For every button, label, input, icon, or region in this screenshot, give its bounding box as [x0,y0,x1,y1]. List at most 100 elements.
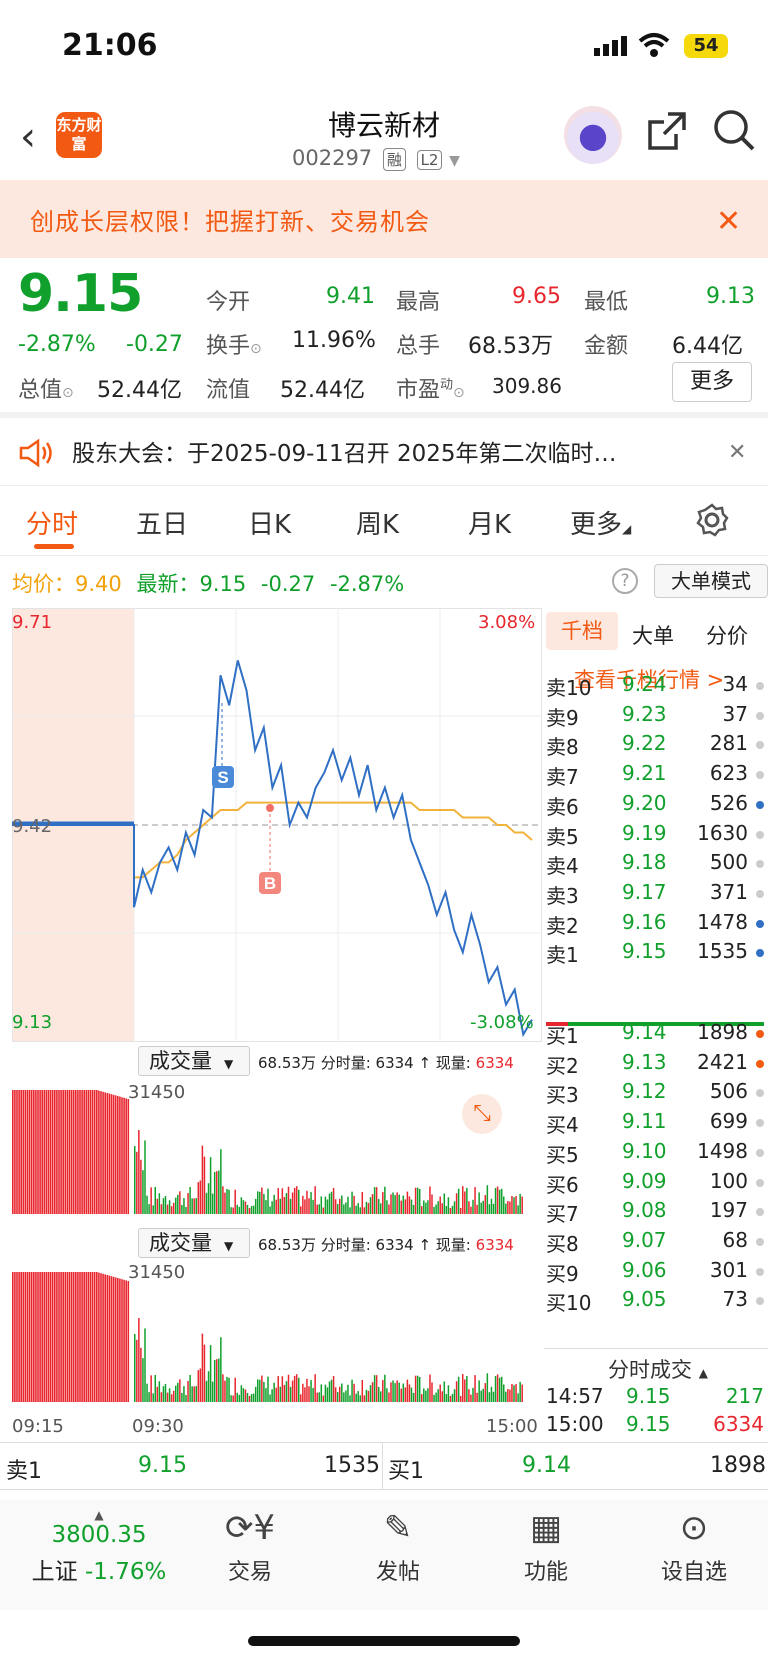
volume-bar [35,1272,37,1402]
open-value: 9.41 [326,284,375,309]
signal-icon [594,36,628,56]
promo-banner[interactable]: 创成长层权限！把握打新、交易机会 ✕ [0,180,768,258]
ask-price: 9.18 [622,850,667,875]
volume-bar [472,1199,474,1214]
volume-bar [164,1195,167,1214]
nav-add-watchlist[interactable]: ⊙ 设自选 [634,1508,754,1586]
tab-5day[interactable]: 五日 [136,504,188,541]
volume-bar [388,1204,390,1214]
index-widget[interactable]: ▲ 3800.35 上证 -1.76% [24,1508,174,1586]
volume-bar [445,1393,448,1402]
volume-bar [324,1384,327,1402]
volume-bar [28,1090,31,1214]
ask-level: 卖1 [546,943,579,968]
volume-bar [293,1187,296,1214]
stock-code-row[interactable]: 002297 融 L2 ▼ [292,146,460,171]
bid-volume: 1498 [697,1138,748,1163]
tab-big-orders[interactable]: 大单 [632,620,674,650]
volume-bar [222,1374,224,1402]
volume-bar [326,1387,329,1402]
volume-bar [18,1090,20,1214]
volume-bar [423,1200,425,1214]
volume-bar [443,1381,446,1402]
ask-level: 卖7 [546,765,579,790]
volume-bar [106,1093,109,1214]
volume-bar [187,1193,189,1214]
volume-bar [336,1392,339,1402]
volume-indicator-select[interactable]: 成交量 ▼ [138,1046,250,1076]
volume-bar [39,1272,41,1402]
tick-trades-title[interactable]: 分时成交 ▲ [608,1354,708,1384]
tab-level-1000[interactable]: 千档 [546,612,618,650]
close-icon[interactable]: ✕ [728,440,746,465]
announcement-text: 股东大会：于2025-09-11召开 2025年第二次临时… [72,441,617,467]
more-button[interactable]: 更多 [672,362,752,402]
volume-bar [102,1091,104,1214]
ask-volume: 623 [709,761,748,786]
tab-intraday[interactable]: 分时 [26,504,78,541]
tab-more[interactable]: 更多◢ [570,504,631,541]
volume-bar [459,1207,462,1214]
bid-row: 买9 9.06 301 [544,1258,768,1288]
bid-row: 买7 9.08 197 [544,1198,768,1228]
ask-price: 9.21 [622,761,667,786]
volume-bar [353,1383,355,1402]
volume-bar [234,1189,236,1214]
ask-volume: 1630 [697,820,748,845]
avg-value: 9.40 [75,572,122,596]
big-order-mode-button[interactable]: 大单模式 [654,564,768,598]
help-icon[interactable]: ? [612,568,638,594]
share-icon[interactable] [646,110,688,156]
nav-post[interactable]: ✎ 发帖 [338,1508,458,1586]
volume-bar [66,1090,69,1214]
ask1-label: 卖1 [6,1459,42,1484]
volume-bar [281,1376,284,1402]
tab-weekly-k[interactable]: 周K [356,504,399,541]
volume-bar [328,1381,331,1402]
volume-bar [283,1197,286,1214]
volume-bar [353,1195,355,1214]
volume-bar [85,1090,88,1214]
bid-level: 买5 [546,1142,579,1167]
bid-price: 9.14 [622,1020,667,1044]
volume-bar [181,1393,183,1402]
ask-row: 卖4 9.18 500 [544,850,768,880]
search-icon[interactable] [712,108,756,156]
bid-price: 9.11 [622,1109,667,1134]
volume-bar [158,1193,161,1214]
volume-bar [150,1187,152,1214]
yen-refresh-icon: ⟳¥ [224,1508,276,1548]
volume-indicator-select[interactable]: 成交量 ▼ [138,1228,250,1258]
volume-bar [322,1395,325,1402]
close-icon[interactable]: ✕ [716,204,741,239]
volume-bar [490,1386,493,1402]
volume-bar [125,1098,127,1214]
volume-bar [357,1391,359,1402]
tab-monthly-k[interactable]: 月K [468,504,511,541]
announcement-bar[interactable]: 股东大会：于2025-09-11召开 2025年第二次临时… ✕ [0,420,768,486]
bid-level: 买3 [546,1083,579,1108]
volume-bar [515,1196,517,1214]
volume-bar [224,1380,226,1402]
volume-bar [349,1207,351,1214]
volume-bar [505,1391,507,1402]
tab-price-dist[interactable]: 分价 [706,620,748,650]
nav-trade[interactable]: ⟳¥ 交易 [190,1508,310,1586]
volume-bar [289,1198,292,1214]
ask-volume: 1478 [697,909,748,934]
volume-label: 总手 [396,334,441,359]
volume-bar [310,1192,312,1214]
volume-bar [154,1186,156,1214]
tab-daily-k[interactable]: 日K [248,504,291,541]
volume-bar [152,1205,154,1214]
nav-functions[interactable]: ▦ 功能 [486,1508,606,1586]
volume-bar [318,1392,320,1402]
volume-bar [187,1381,189,1402]
volume-bar [252,1393,255,1402]
assistant-avatar[interactable] [564,106,622,164]
volume-bar [488,1204,491,1214]
bid-row: 买2 9.13 2421 [544,1050,768,1080]
settings-gear-icon[interactable] [694,502,730,542]
intraday-chart[interactable]: S B 9.71 9.42 9.13 3.08% -3.08% [12,608,542,1042]
volume-bar [513,1385,515,1402]
